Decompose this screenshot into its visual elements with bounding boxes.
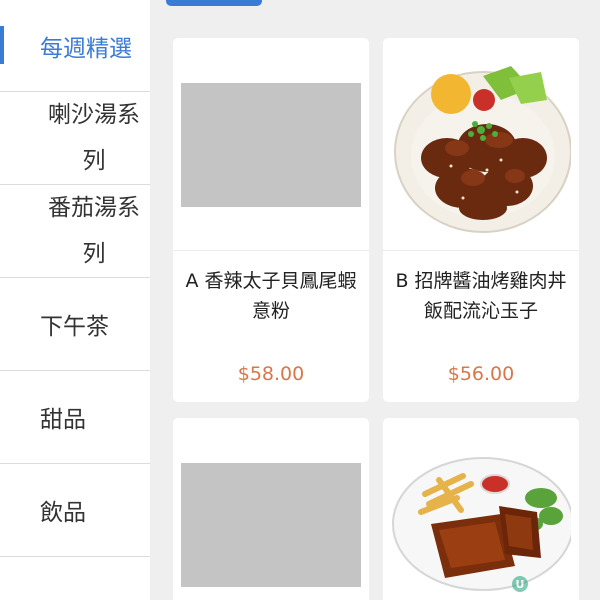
product-name: B 招牌醬油烤雞肉丼飯配流沁玉子 (395, 270, 567, 322)
product-price: $56.00 (447, 363, 515, 385)
watermark: U (512, 576, 528, 592)
category-afternoon-tea[interactable]: 下午茶 (0, 278, 150, 371)
product-card[interactable] (383, 418, 579, 600)
product-grid: A 香辣太子貝鳳尾蝦意粉 $58.00 B 招牌醬油烤雞肉丼飯配流沁玉子 $56… (150, 0, 600, 600)
category-desserts[interactable]: 甜品 (0, 371, 150, 464)
category-label: 甜品 (40, 407, 86, 433)
chicken-rice-bowl-image-art (391, 48, 572, 238)
category-drinks[interactable]: 飲品 (0, 464, 150, 557)
pork-ribs-plate-image-art (391, 454, 574, 600)
product-name: A 香辣太子貝鳳尾蝦意粉 (185, 270, 357, 322)
category-sidebar: 每週精選 喇沙湯系列 番茄湯系列 下午茶 甜品 飲品 (0, 0, 150, 600)
pork-ribs-plate-image (391, 454, 574, 600)
product-card[interactable]: A 香辣太子貝鳳尾蝦意粉 $58.00 (173, 38, 369, 402)
product-card[interactable]: B 招牌醬油烤雞肉丼飯配流沁玉子 $56.00 (383, 38, 579, 402)
category-laksa-soup[interactable]: 喇沙湯系列 (0, 92, 150, 185)
watermark-logo-icon: U (512, 576, 528, 592)
product-image-placeholder (181, 463, 361, 587)
active-indicator (0, 26, 4, 64)
category-weekly-picks[interactable]: 每週精選 (0, 0, 150, 92)
chicken-rice-bowl-image (391, 48, 572, 238)
category-label: 飲品 (40, 500, 86, 526)
card-divider (173, 250, 369, 251)
category-label: 喇沙湯系列 (48, 102, 140, 174)
category-label: 下午茶 (40, 314, 109, 340)
product-price: $58.00 (237, 363, 305, 385)
product-card[interactable] (173, 418, 369, 600)
category-label: 番茄湯系列 (48, 195, 140, 267)
top-action-button[interactable] (166, 0, 262, 6)
category-tomato-soup[interactable]: 番茄湯系列 (0, 185, 150, 278)
card-divider (383, 250, 579, 251)
product-image-placeholder (181, 83, 361, 207)
category-label: 每週精選 (40, 35, 132, 62)
